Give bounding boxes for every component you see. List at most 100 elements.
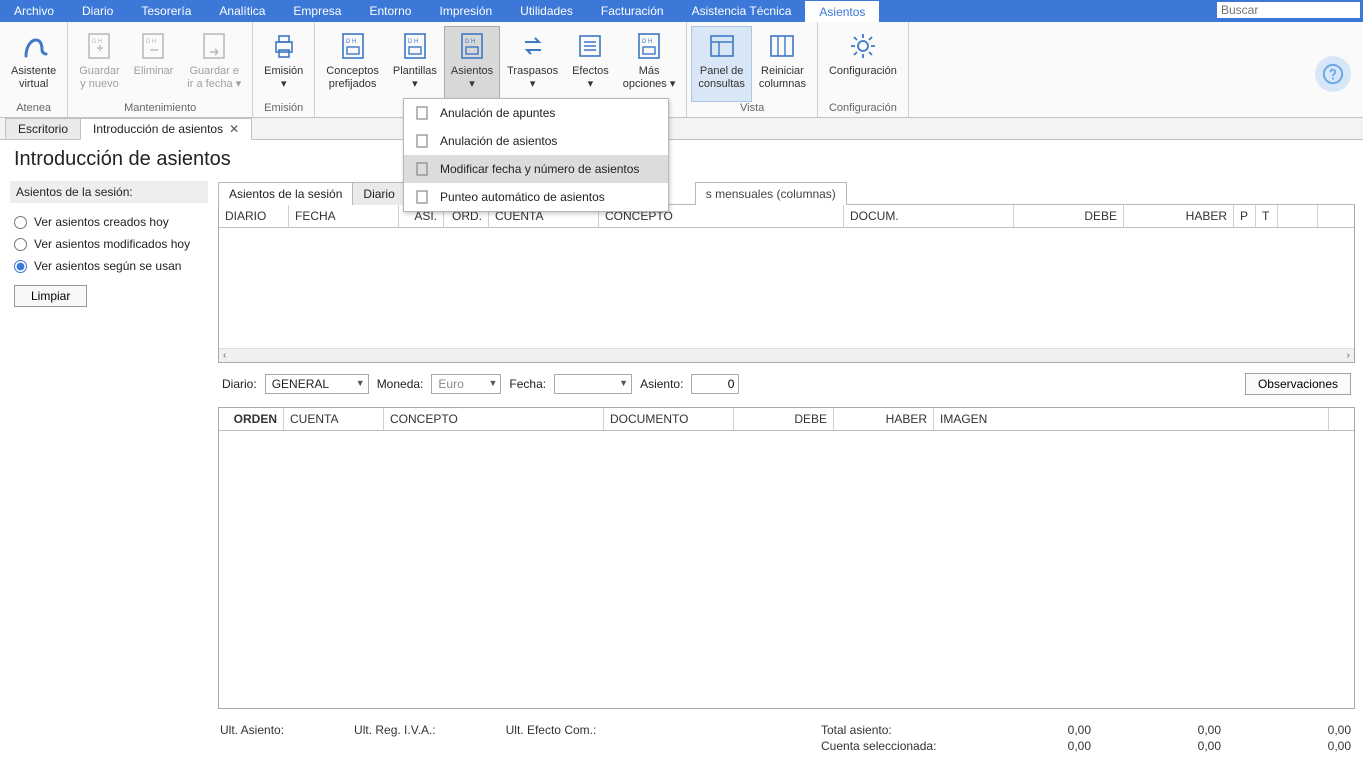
grid1-col-debe[interactable]: DEBE [1014,205,1124,227]
grid1-col-t[interactable]: T [1256,205,1278,227]
grid2-col-debe[interactable]: DEBE [734,408,834,430]
menu-item-asistencia-t-cnica[interactable]: Asistencia Técnica [678,0,806,22]
ribbon-asientos-button[interactable]: D HAsientos▾ [444,26,500,102]
svg-text:D H: D H [408,39,418,45]
ribbon-group-label: Emisión [257,102,310,117]
grid2-col-documento[interactable]: DOCUMENTO [604,408,734,430]
grid2-col-cuenta[interactable]: CUENTA [284,408,384,430]
total-asiento-v3: 0,00 [1231,723,1351,737]
ribbon-traspasos-button[interactable]: Traspasos▾ [500,26,565,102]
ribbon-group-label: Atenea [4,102,63,117]
menu-item-anal-tica[interactable]: Analítica [205,0,279,22]
grid1-col-fecha[interactable]: FECHA [289,205,399,227]
moneda-combo[interactable]: Euro▼ [431,374,501,394]
ribbon-group-label: Mantenimiento [72,102,248,117]
panel-icon [706,30,738,62]
doc-plus-icon: D H [83,30,115,62]
total-asiento-v1: 0,00 [971,723,1091,737]
grid1-col-p[interactable]: P [1234,205,1256,227]
columns-icon [766,30,798,62]
grid1-col-docum-[interactable]: DOCUM. [844,205,1014,227]
svg-text:D H: D H [465,39,475,45]
ribbon-asistente-button[interactable]: Asistentevirtual [4,26,63,102]
cuenta-sel-label: Cuenta seleccionada: [821,739,961,753]
menu-item-modificar-fecha-y-n-mero-de-asientos[interactable]: Modificar fecha y número de asientos [404,155,668,183]
grid1-col-diario[interactable]: DIARIO [219,205,289,227]
subtab-s-mensuales-columnas-[interactable]: s mensuales (columnas) [695,182,847,205]
svg-text:D H: D H [146,39,156,45]
menu-item-asientos[interactable]: Asientos [805,0,879,22]
search-box[interactable] [1216,1,1361,19]
ult-reg-iva-label: Ult. Reg. I.V.A.: [354,723,436,753]
menu-item-entorno[interactable]: Entorno [355,0,425,22]
doctab-introducci-n-de-asientos[interactable]: Introducción de asientos✕ [80,118,252,140]
document-icon [414,161,430,177]
filter-radio-2[interactable]: Ver asientos según se usan [10,255,208,277]
total-asiento-label: Total asiento: [821,723,961,737]
ribbon-panel-de-button[interactable]: Panel deconsultas [691,26,751,102]
ribbon-plantillas-button[interactable]: D HPlantillas▾ [386,26,444,102]
clear-button[interactable]: Limpiar [14,285,87,307]
grid2-col-haber[interactable]: HABER [834,408,934,430]
grid1-col-haber[interactable]: HABER [1124,205,1234,227]
ribbon-conceptos-button[interactable]: D HConceptosprefijados [319,26,386,102]
ribbon: AsistentevirtualAteneaD HGuardary nuevoD… [0,22,1363,118]
main-panel: Asientos de la sesiónDiario s mensuales (… [218,181,1363,715]
radio-input[interactable] [14,238,27,251]
document-icon [414,105,430,121]
printer-icon [268,30,300,62]
ribbon-efectos-button[interactable]: Efectos▾ [565,26,616,102]
gear-icon [847,30,879,62]
menu-item-utilidades[interactable]: Utilidades [506,0,587,22]
grid2-col-concepto[interactable]: CONCEPTO [384,408,604,430]
moneda-label: Moneda: [377,377,424,391]
menu-item-diario[interactable]: Diario [68,0,127,22]
menu-item-punteo-autom-tico-de-asientos[interactable]: Punteo automático de asientos [404,183,668,211]
observaciones-button[interactable]: Observaciones [1245,373,1351,395]
svg-text:D H: D H [642,39,652,45]
ribbon-m-s-button[interactable]: D HMásopciones ▾ [616,26,683,102]
doc-ref-icon: D H [456,30,488,62]
page-title: Introducción de asientos [0,140,1363,181]
diario-combo[interactable]: GENERAL▼ [265,374,369,394]
search-input[interactable] [1216,1,1361,19]
subtab-diario[interactable]: Diario [352,182,405,205]
close-icon[interactable]: ✕ [229,122,239,136]
fecha-combo[interactable]: ▼ [554,374,632,394]
asiento-number-input[interactable] [691,374,739,394]
menu-item-facturaci-n[interactable]: Facturación [587,0,678,22]
grid2-col-orden[interactable]: ORDEN [219,408,284,430]
menu-item-archivo[interactable]: Archivo [0,0,68,22]
session-grid-scrollbar[interactable]: ‹› [219,348,1354,362]
radio-input[interactable] [14,260,27,273]
asiento-label: Asiento: [640,377,683,391]
ult-asiento-label: Ult. Asiento: [220,723,284,753]
menu-item-anulaci-n-de-asientos[interactable]: Anulación de asientos [404,127,668,155]
ribbon-guardar-e-button: Guardar eir a fecha ▾ [180,26,248,102]
ribbon-configuraci-n-button[interactable]: Configuración [822,26,904,102]
entry-lines-grid-body[interactable] [219,431,1354,631]
svg-text:D H: D H [92,39,102,45]
help-icon[interactable] [1315,56,1351,92]
grid1-col-blank[interactable] [1278,205,1318,227]
menu-item-impresi-n[interactable]: Impresión [425,0,506,22]
session-grid: DIARIOFECHAASI.ORD.CUENTACONCEPTODOCUM.D… [218,205,1355,363]
grid2-col-imagen[interactable]: IMAGEN [934,408,1329,430]
menu-item-anulaci-n-de-apuntes[interactable]: Anulación de apuntes [404,99,668,127]
filter-radio-0[interactable]: Ver asientos creados hoy [10,211,208,233]
menu-item-tesorer-a[interactable]: Tesorería [127,0,205,22]
entry-subtabs: Asientos de la sesiónDiario s mensuales (… [218,181,1355,205]
doctab-escritorio[interactable]: Escritorio [5,118,81,139]
radio-input[interactable] [14,216,27,229]
subtab-asientos-de-la-sesi-n[interactable]: Asientos de la sesión [218,182,353,205]
menu-item-empresa[interactable]: Empresa [279,0,355,22]
cuenta-sel-v3: 0,00 [1231,739,1351,753]
list-icon [574,30,606,62]
ribbon-emisi-n-button[interactable]: Emisión▾ [257,26,310,102]
total-asiento-v2: 0,00 [1101,723,1221,737]
ribbon-reiniciar-button[interactable]: Reiniciarcolumnas [752,26,813,102]
status-footer: Ult. Asiento: Ult. Reg. I.V.A.: Ult. Efe… [0,715,1363,757]
document-tabs: EscritorioIntroducción de asientos✕ [0,118,1363,140]
session-grid-body[interactable] [219,228,1354,348]
filter-radio-1[interactable]: Ver asientos modificados hoy [10,233,208,255]
